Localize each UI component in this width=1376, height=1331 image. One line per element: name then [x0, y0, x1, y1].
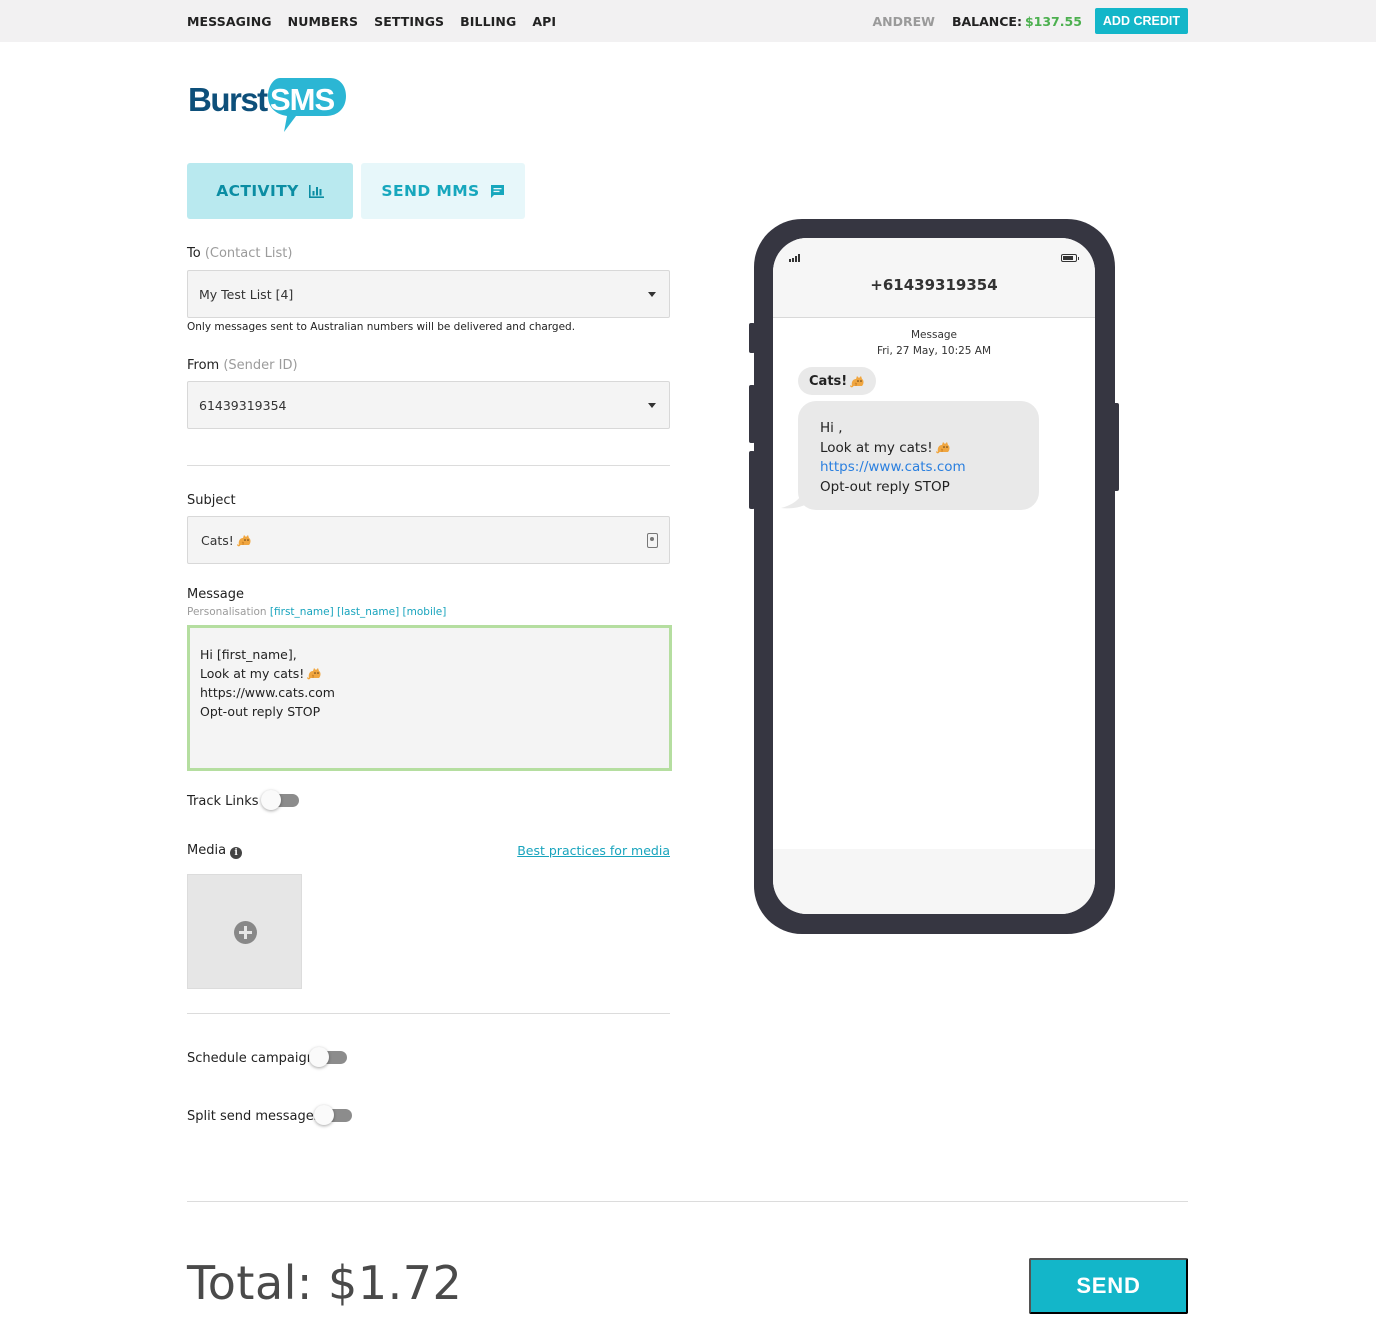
to-label-text: To: [187, 246, 201, 261]
sender-id-select[interactable]: 61439319354: [187, 381, 670, 429]
tab-activity[interactable]: ACTIVITY: [187, 163, 353, 219]
track-links-toggle[interactable]: [261, 789, 299, 811]
caret-down-icon: [648, 292, 656, 297]
footer-divider: [187, 1201, 1188, 1202]
nav-billing[interactable]: BILLING: [460, 14, 516, 29]
message-line: Hi [first_name],: [200, 647, 297, 662]
nav-settings[interactable]: SETTINGS: [374, 14, 444, 29]
bubble-line: Look at my cats!: [820, 439, 933, 456]
toggle-knob: [314, 1105, 334, 1125]
message-line: Look at my cats!: [200, 666, 305, 681]
burst-sms-logo[interactable]: Burst SMS: [188, 72, 348, 136]
add-media-box[interactable]: [187, 874, 302, 989]
from-label: From (Sender ID): [187, 358, 298, 373]
tab-send-mms-label: SEND MMS: [381, 182, 480, 200]
message-bubble: Hi , Look at my cats! https://www.cats.c…: [798, 401, 1039, 510]
logo-word-burst: Burst: [188, 81, 268, 118]
message-label: Message: [187, 587, 244, 602]
nav-api[interactable]: API: [532, 14, 556, 29]
divider: [187, 1013, 670, 1014]
tag-mobile[interactable]: [mobile]: [403, 606, 447, 618]
phone-side-button: [1113, 403, 1119, 491]
add-circle-icon: [234, 921, 257, 944]
phone-screen: +61439319354 Message Fri, 27 May, 10:25 …: [773, 238, 1095, 914]
media-label: Media i: [187, 843, 243, 859]
cat-emoji: [850, 375, 865, 388]
add-credit-button[interactable]: ADD CREDIT: [1094, 8, 1188, 34]
balance-value: $137.55: [1024, 13, 1082, 29]
bubble-line: Hi ,: [820, 420, 843, 436]
split-send-toggle[interactable]: [314, 1104, 352, 1126]
cat-emoji: [936, 441, 951, 454]
info-icon[interactable]: i: [230, 847, 243, 859]
personalisation-label: Personalisation: [187, 606, 267, 618]
battery-icon: [1061, 254, 1079, 262]
subject-bubble-text: Cats!: [809, 373, 848, 389]
delivery-note: Only messages sent to Australian numbers…: [187, 321, 576, 333]
from-label-text: From: [187, 358, 220, 373]
track-links-label: Track Links: [187, 794, 259, 809]
schedule-label: Schedule campaign: [187, 1051, 315, 1066]
message-meta-title: Message: [910, 329, 958, 341]
phone-bottom-bar: [773, 849, 1095, 914]
phone-number: +61439319354: [870, 276, 998, 294]
subject-value: Cats!: [201, 532, 234, 548]
best-practices-link[interactable]: Best practices for media: [517, 843, 670, 858]
to-label: To (Contact List): [187, 246, 292, 261]
subject-label: Subject: [187, 493, 236, 508]
cat-emoji: [307, 667, 322, 680]
phone-side-button: [749, 323, 755, 353]
bar-chart-icon: [308, 184, 324, 198]
message-line-with-emoji: Look at my cats!: [200, 664, 659, 683]
toggle-knob: [309, 1047, 329, 1067]
message-line: https://www.cats.com: [200, 685, 335, 700]
bubble-line-with-emoji: Look at my cats!: [820, 439, 1017, 459]
personalisation-row: Personalisation [first_name] [last_name]…: [187, 606, 446, 618]
username[interactable]: ANDREW: [872, 14, 934, 29]
balance-label: BALANCE:: [951, 13, 1022, 29]
contact-list-value: My Test List [4]: [199, 286, 294, 302]
message-line: Opt-out reply STOP: [200, 704, 321, 719]
phone-side-button: [749, 451, 755, 509]
cat-emoji: [237, 534, 252, 547]
message-icon: [490, 184, 504, 198]
contact-card-icon[interactable]: [647, 533, 658, 548]
signal-icon: [789, 254, 800, 262]
send-button[interactable]: SEND: [1029, 1258, 1188, 1314]
nav-numbers[interactable]: NUMBERS: [288, 14, 358, 29]
account-area: ANDREW BALANCE: $137.55 ADD CREDIT: [872, 0, 1188, 42]
total-cost: Total: $1.72: [187, 1256, 463, 1310]
media-label-text: Media: [187, 843, 227, 858]
logo-word-sms: SMS: [270, 82, 335, 117]
to-label-hint: (Contact List): [204, 246, 293, 261]
message-meta-time: Fri, 27 May, 10:25 AM: [876, 345, 992, 357]
caret-down-icon: [648, 403, 656, 408]
tab-send-mms[interactable]: SEND MMS: [361, 163, 525, 219]
bubble-line: Opt-out reply STOP: [820, 478, 950, 495]
phone-side-button: [749, 385, 755, 443]
subject-input[interactable]: Cats!: [187, 516, 670, 564]
split-send-label: Split send messages: [187, 1109, 321, 1124]
schedule-toggle[interactable]: [309, 1046, 347, 1068]
phone-header: +61439319354: [773, 238, 1095, 318]
tag-last-name[interactable]: [last_name]: [337, 606, 399, 618]
message-meta: Message Fri, 27 May, 10:25 AM: [773, 327, 1095, 359]
subject-bubble: Cats!: [798, 367, 877, 395]
tab-activity-label: ACTIVITY: [216, 182, 299, 200]
divider: [187, 465, 670, 466]
from-label-hint: (Sender ID): [223, 358, 298, 373]
toggle-knob: [261, 790, 281, 810]
tag-first-name[interactable]: [first_name]: [270, 606, 334, 618]
contact-list-select[interactable]: My Test List [4]: [187, 270, 670, 318]
top-bar: MESSAGING NUMBERS SETTINGS BILLING API A…: [0, 0, 1376, 42]
message-textarea[interactable]: Hi [first_name], Look at my cats! https:…: [187, 625, 672, 771]
bubble-link[interactable]: https://www.cats.com: [820, 458, 1017, 478]
nav-messaging[interactable]: MESSAGING: [187, 14, 272, 29]
sender-id-value: 61439319354: [199, 397, 287, 413]
main-nav: MESSAGING NUMBERS SETTINGS BILLING API: [187, 0, 556, 42]
